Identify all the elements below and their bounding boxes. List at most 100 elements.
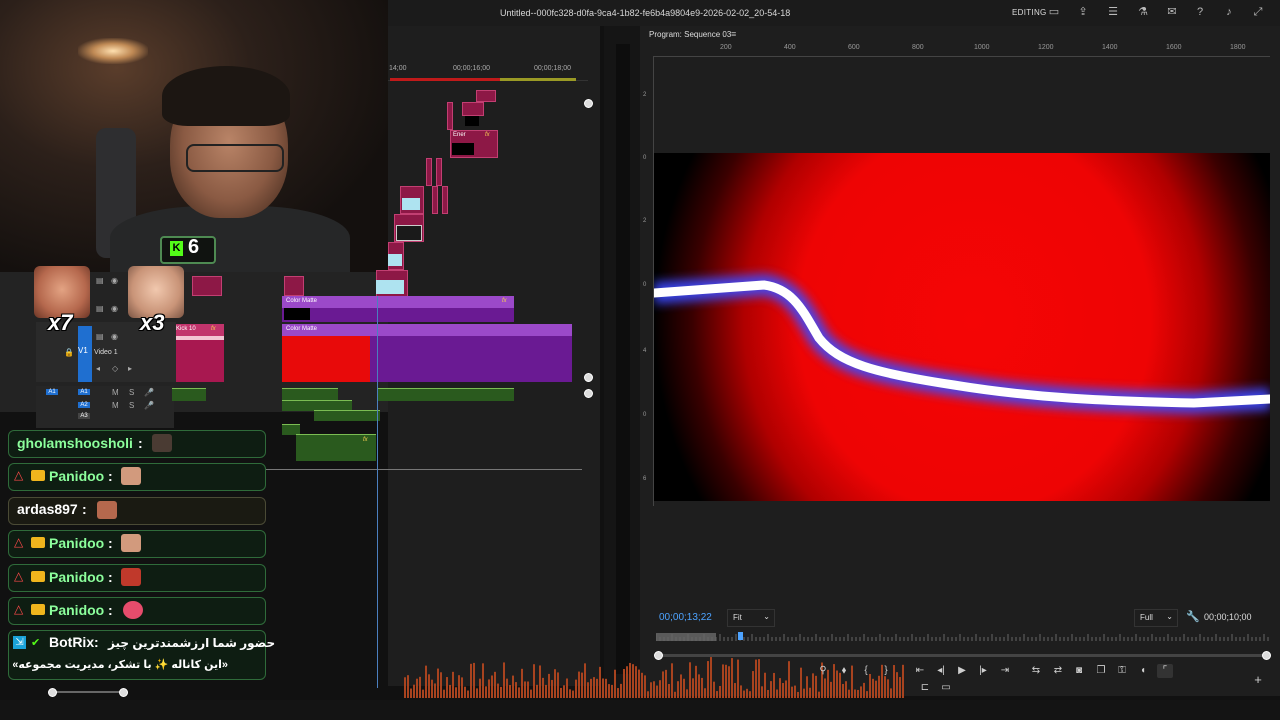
mark-in-icon[interactable]: {: [858, 664, 874, 678]
clip-thumbnail: [452, 143, 474, 155]
waveform-bar: [404, 677, 406, 698]
scroll-handle-left[interactable]: [48, 688, 57, 697]
eye-icon[interactable]: ◉: [111, 276, 118, 285]
comment-icon[interactable]: ✉: [1165, 5, 1179, 19]
audio-track-a2[interactable]: A2: [78, 402, 90, 408]
solo-button[interactable]: S: [129, 388, 134, 397]
eye-icon[interactable]: ◉: [111, 304, 118, 313]
monitor-title[interactable]: Program: Sequence 03: [649, 30, 731, 39]
monitor-mini-timeline[interactable]: [655, 630, 1270, 642]
insert-icon[interactable]: ⇆: [1028, 664, 1044, 678]
audio-icon[interactable]: ◖: [1135, 664, 1151, 678]
volume-icon[interactable]: ♪: [1222, 5, 1236, 19]
playhead-marker[interactable]: [738, 632, 743, 640]
timeline-clip[interactable]: [192, 276, 222, 296]
timeline-clip[interactable]: [432, 186, 438, 214]
keyframe-prev-icon[interactable]: ◂: [96, 364, 100, 373]
go-to-in-icon[interactable]: ⇤: [912, 664, 928, 678]
keyframe-add-icon[interactable]: ◇: [112, 364, 118, 373]
waveform-bar: [746, 688, 748, 698]
solo-button[interactable]: S: [129, 401, 134, 410]
timeline-clip[interactable]: [462, 102, 484, 116]
mic-icon[interactable]: 🎤: [144, 388, 154, 397]
audio-clip[interactable]: [172, 388, 206, 401]
compare-icon[interactable]: ❐: [1093, 664, 1109, 678]
camera-icon[interactable]: ◙: [1071, 664, 1087, 678]
chat-username[interactable]: gholamshoosholi: [17, 435, 133, 451]
timeline-clip[interactable]: [442, 186, 448, 214]
zoom-select[interactable]: Fit ⌄: [727, 609, 775, 627]
waveform-bar: [803, 688, 805, 698]
timeline-clip[interactable]: [284, 276, 304, 296]
extract-icon[interactable]: ▭: [938, 681, 954, 695]
chat-username[interactable]: Panidoo: [49, 468, 104, 484]
proxy-icon[interactable]: ⚿: [1114, 664, 1130, 678]
menu-icon[interactable]: ☰: [1106, 5, 1120, 19]
mark-out-icon[interactable]: }: [878, 664, 894, 678]
go-to-out-icon[interactable]: ⇥: [997, 664, 1013, 678]
timeline-clip[interactable]: [465, 116, 479, 126]
vertical-scroll-knob[interactable]: [584, 389, 593, 398]
eye-icon[interactable]: ◉: [111, 332, 118, 341]
unrendered-bar: [390, 78, 500, 81]
audio-track-a1[interactable]: A1: [78, 389, 90, 395]
filmstrip-icon[interactable]: ▤: [96, 332, 104, 341]
lock-icon[interactable]: 🔒: [64, 348, 74, 357]
filmstrip-icon[interactable]: ▤: [96, 304, 104, 313]
flask-icon[interactable]: ⚗: [1136, 5, 1150, 19]
scroll-handle-right[interactable]: [1262, 651, 1271, 660]
chat-username[interactable]: ardas897: [17, 501, 78, 517]
vruler-tick: 6: [643, 476, 647, 482]
waveform-bar: [686, 689, 688, 698]
play-icon[interactable]: ▶: [954, 664, 970, 678]
waveform-bar: [671, 663, 673, 698]
step-back-icon[interactable]: ◂|: [933, 664, 949, 678]
workspace-icon[interactable]: ▭: [1047, 5, 1061, 19]
panel-menu-icon[interactable]: ≡: [731, 29, 736, 39]
timeline-clip[interactable]: [476, 90, 496, 102]
timeline-playhead[interactable]: [377, 296, 378, 688]
vertical-scroll-knob[interactable]: [584, 99, 593, 108]
filmstrip-icon[interactable]: ▤: [96, 276, 104, 285]
workspace-mode-label[interactable]: EDITING: [1012, 8, 1047, 17]
chevron-down-icon: ⌄: [763, 612, 770, 621]
timeline-clip[interactable]: [447, 102, 453, 130]
waveform-bar: [524, 681, 526, 698]
timeline-clip[interactable]: [426, 158, 432, 186]
waveform-bar: [707, 661, 709, 698]
waveform-bar: [857, 689, 859, 698]
bot-message-line1: حضور شما ارزشمندترین چیز: [108, 636, 276, 650]
program-video-frame[interactable]: [654, 153, 1270, 501]
mute-button[interactable]: M: [112, 388, 119, 397]
add-button-icon[interactable]: +: [1250, 673, 1266, 687]
step-forward-icon[interactable]: |▸: [975, 664, 991, 678]
mic-icon[interactable]: 🎤: [144, 401, 154, 410]
vertical-scroll-knob[interactable]: [584, 373, 593, 382]
waveform-bar: [626, 666, 628, 698]
help-icon[interactable]: ?: [1193, 5, 1207, 19]
chat-username[interactable]: Panidoo: [49, 602, 104, 618]
waveform-bar: [629, 662, 631, 698]
safe-margins-icon[interactable]: ⌜: [1157, 664, 1173, 678]
scroll-handle-right[interactable]: [119, 688, 128, 697]
add-marker-icon[interactable]: ⬧: [836, 664, 852, 678]
chat-username[interactable]: Panidoo: [49, 535, 104, 551]
lift-icon[interactable]: ⊏: [917, 681, 933, 695]
timeline-clip[interactable]: [436, 158, 442, 186]
wrench-icon[interactable]: 🔧: [1186, 610, 1200, 623]
audio-clip[interactable]: [314, 410, 380, 421]
resolution-select[interactable]: Full ⌄: [1134, 609, 1178, 627]
audio-clip[interactable]: [378, 388, 514, 401]
mute-button[interactable]: M: [112, 401, 119, 410]
horizontal-scrollbar[interactable]: [52, 691, 124, 693]
fullscreen-icon[interactable]: ⤢: [1251, 5, 1265, 19]
overwrite-icon[interactable]: ⇄: [1050, 664, 1066, 678]
keyframe-next-icon[interactable]: ▸: [128, 364, 132, 373]
marker-icon[interactable]: ⚲: [815, 664, 831, 678]
share-icon[interactable]: ⇪: [1076, 5, 1090, 19]
chat-username[interactable]: BotRix: [49, 634, 94, 650]
chat-username[interactable]: Panidoo: [49, 569, 104, 585]
audio-target-a1[interactable]: A1: [46, 389, 58, 395]
audio-track-a3[interactable]: A3: [78, 413, 90, 419]
current-timecode[interactable]: 00;00;13;22: [659, 612, 712, 623]
